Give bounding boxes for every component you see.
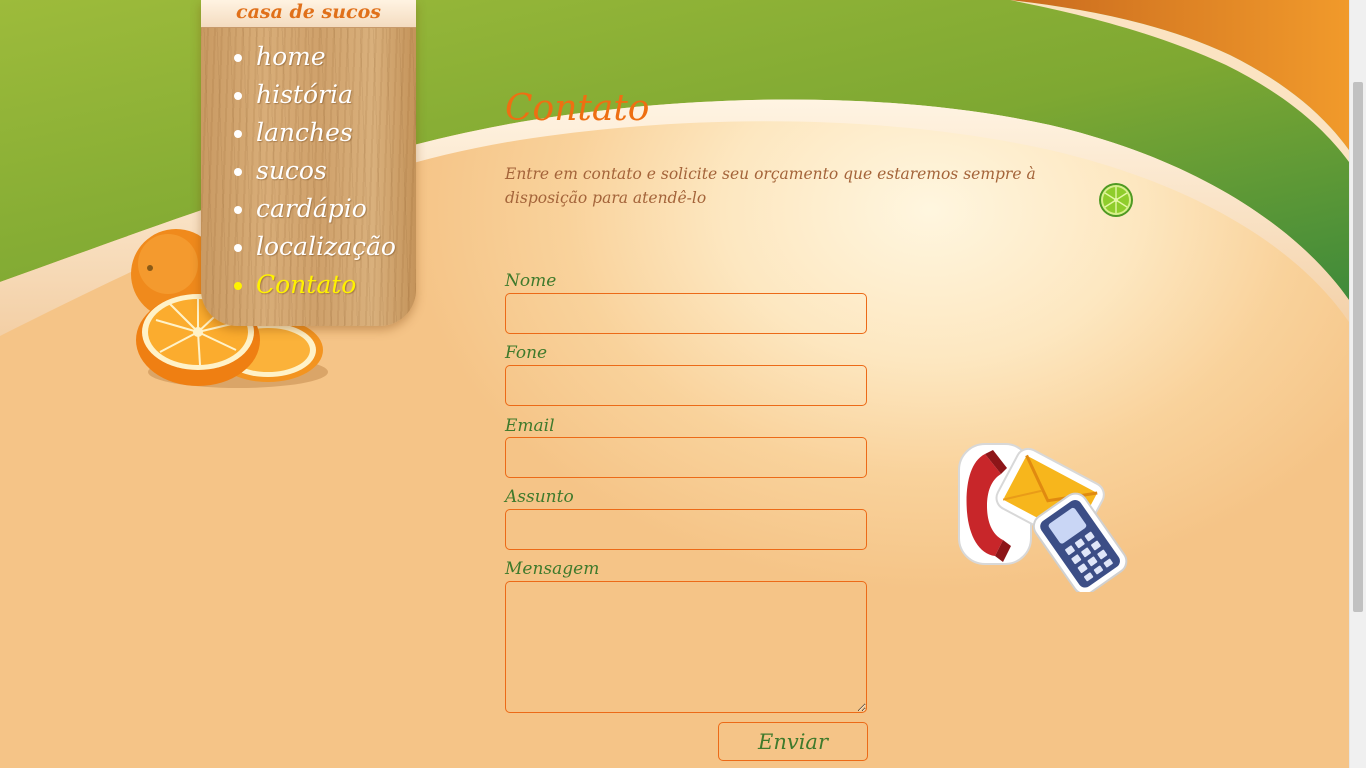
bullet-icon: [234, 168, 242, 176]
nav-item-label: Contato: [256, 270, 357, 299]
email-input[interactable]: [505, 437, 867, 478]
bullet-icon: [234, 130, 242, 138]
main-nav: home história lanches sucos cardápio loc…: [234, 38, 396, 304]
nav-panel: casa de sucos home história lanches suco…: [201, 0, 416, 326]
nav-item-cardapio[interactable]: cardápio: [234, 190, 396, 228]
contact-methods-icon: [958, 443, 1128, 592]
bullet-icon: [234, 92, 242, 100]
nav-item-label: sucos: [256, 156, 327, 185]
lime-slice-icon: [1099, 183, 1133, 217]
nav-item-sucos[interactable]: sucos: [234, 152, 396, 190]
subject-label: Assunto: [505, 487, 574, 507]
page: casa de sucos home história lanches suco…: [0, 0, 1366, 768]
name-input[interactable]: [505, 293, 867, 334]
phone-input[interactable]: [505, 365, 867, 406]
bullet-icon: [234, 206, 242, 214]
intro-text: Entre em contato e solicite seu orçament…: [505, 165, 1036, 207]
nav-item-localizacao[interactable]: localização: [234, 228, 396, 266]
scrollbar-thumb[interactable]: [1353, 82, 1363, 612]
brand-strip: casa de sucos: [201, 0, 416, 28]
email-label: Email: [505, 416, 555, 436]
subject-input[interactable]: [505, 509, 867, 550]
name-label: Nome: [505, 271, 557, 291]
nav-item-label: home: [256, 42, 326, 71]
message-label: Mensagem: [505, 559, 600, 579]
page-title: Contato: [505, 88, 650, 129]
nav-item-label: cardápio: [256, 194, 367, 223]
nav-item-historia[interactable]: história: [234, 76, 396, 114]
nav-item-contato[interactable]: Contato: [234, 266, 396, 304]
bullet-icon: [234, 244, 242, 252]
phone-label: Fone: [505, 343, 548, 363]
submit-button[interactable]: Enviar: [718, 722, 868, 761]
site-logo-text[interactable]: casa de sucos: [236, 1, 381, 23]
bullet-icon: [234, 282, 242, 290]
nav-item-lanches[interactable]: lanches: [234, 114, 396, 152]
nav-item-label: história: [256, 80, 353, 109]
message-textarea[interactable]: [505, 581, 867, 713]
bullet-icon: [234, 54, 242, 62]
nav-item-label: lanches: [256, 118, 353, 147]
nav-item-label: localização: [256, 232, 396, 261]
nav-item-home[interactable]: home: [234, 38, 396, 76]
vertical-scrollbar[interactable]: [1349, 0, 1366, 768]
